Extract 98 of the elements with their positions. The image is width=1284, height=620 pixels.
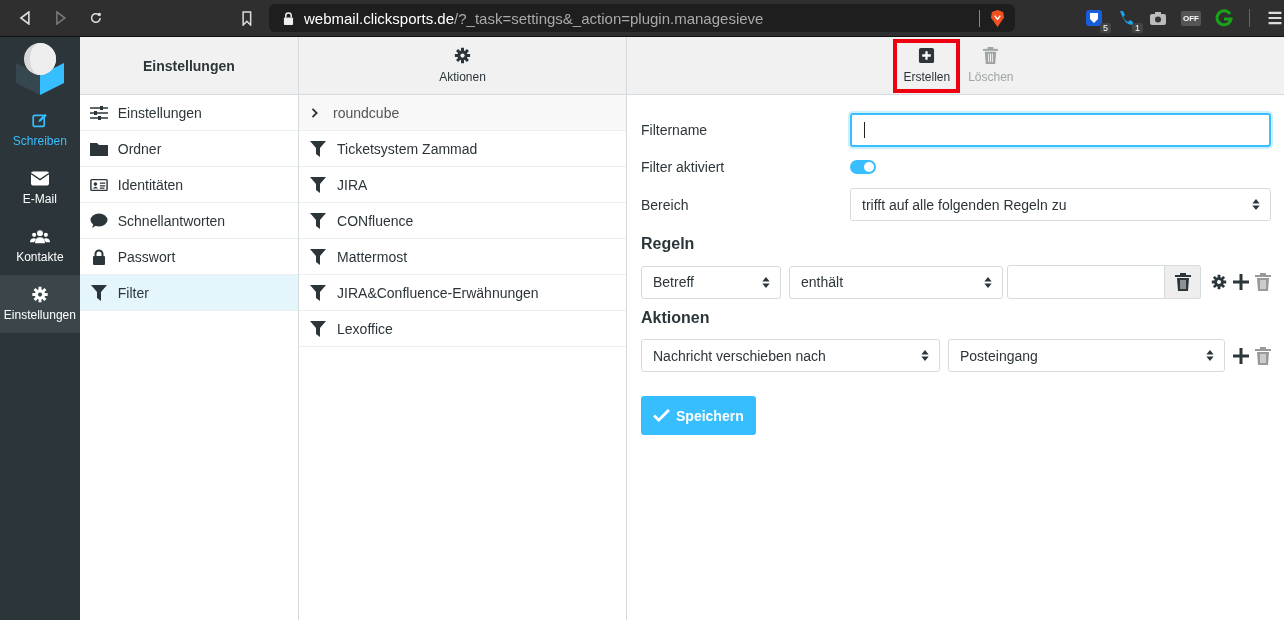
field-label: Filter aktiviert — [641, 159, 726, 175]
back-icon[interactable] — [18, 11, 32, 25]
checkmark-icon — [653, 409, 670, 422]
updown-arrows-icon — [984, 276, 992, 288]
nav-item[interactable]: Schreiben — [0, 101, 80, 159]
settings-item[interactable]: Schnellantworten — [79, 203, 299, 239]
settings-icon[interactable] — [1211, 273, 1227, 291]
filter-icon — [309, 176, 328, 193]
panel-title: Einstellungen — [143, 57, 235, 74]
id-card-icon — [89, 176, 108, 193]
active-toggle[interactable] — [850, 160, 876, 174]
extension-badge: 1 — [1132, 23, 1143, 33]
settings-item[interactable]: Einstellungen — [79, 95, 299, 131]
filter-label: CONfluence — [337, 212, 414, 229]
filter-label: JIRA — [337, 176, 368, 193]
filter-set-label: roundcube — [333, 104, 400, 121]
field-label: Bereich — [641, 196, 690, 213]
updown-arrows-icon — [921, 350, 929, 361]
plus-icon[interactable] — [1233, 273, 1249, 291]
sieve-rule-item[interactable]: Mattermost — [299, 239, 626, 275]
sieve-rule-item[interactable]: JIRA — [299, 167, 626, 203]
header-select[interactable]: Betreff — [641, 265, 781, 299]
scope-select[interactable]: trifft auf alle folgenden Regeln zu — [850, 188, 1271, 221]
settings-icon — [29, 286, 50, 303]
actions-button[interactable]: Aktionen — [433, 43, 492, 88]
lion-shield-icon[interactable] — [979, 9, 1005, 27]
action-select[interactable]: Nachricht verschieben nach — [641, 339, 940, 372]
envelope-icon — [29, 170, 50, 187]
clear-button[interactable] — [1165, 265, 1201, 299]
lock-icon — [282, 11, 294, 25]
nav-label: E-Mail — [22, 192, 57, 206]
sliders-icon — [89, 104, 108, 121]
rule-value-field[interactable] — [1007, 265, 1165, 299]
filter-icon — [309, 212, 328, 229]
filter-icon — [309, 320, 328, 337]
sieve-rule-item[interactable]: CONfluence — [299, 203, 626, 239]
section-heading: Aktionen — [641, 309, 711, 327]
settings-item[interactable]: Filter — [79, 275, 299, 311]
updown-arrows-icon — [1252, 199, 1260, 210]
folder-icon — [89, 140, 108, 157]
trash-icon[interactable] — [1255, 346, 1271, 365]
filter-label: Ticketsystem Zammad — [337, 140, 478, 157]
settings-item[interactable]: Ordner — [79, 131, 299, 167]
nav-label: Einstellungen — [3, 308, 76, 322]
settings-label: Ordner — [117, 140, 162, 157]
folder-select[interactable]: Posteingang — [948, 339, 1225, 372]
sieve-rule-item[interactable]: Ticketsystem Zammad — [299, 131, 626, 167]
operator-select[interactable]: enthält — [789, 265, 1003, 299]
url-host: webmail.clicksports.de — [303, 9, 455, 27]
create-button[interactable]: Erstellen — [891, 36, 963, 95]
updown-arrows-icon — [762, 276, 770, 288]
sieve-rule-item[interactable]: JIRA&Confluence-Erwähnungen — [299, 275, 626, 311]
filter-label: Mattermost — [337, 248, 408, 265]
nav-label: Kontakte — [16, 250, 64, 264]
phone-icon[interactable] — [1117, 9, 1135, 27]
compose-icon — [29, 112, 50, 129]
camera-icon[interactable] — [1149, 9, 1167, 27]
sieve-rule-item[interactable]: Lexoffice — [299, 311, 626, 347]
people-icon — [29, 228, 50, 245]
reload-icon[interactable] — [89, 11, 104, 25]
g-logo-icon[interactable] — [1215, 9, 1233, 27]
filter-icon — [309, 140, 328, 157]
settings-icon — [454, 47, 471, 64]
field-label: Filtername — [641, 121, 709, 138]
nav-label: Schreiben — [12, 134, 67, 148]
address-bar[interactable]: webmail.clicksports.de/?_task=settings&_action=plugin.managesieve — [268, 4, 1015, 32]
chevron-right-icon — [311, 107, 320, 118]
trash-icon[interactable] — [1255, 273, 1271, 291]
trash-icon — [1174, 273, 1191, 291]
filter-set-item[interactable]: roundcube — [299, 95, 626, 131]
filter-icon — [89, 284, 108, 301]
plus-square-icon — [918, 47, 936, 64]
settings-item[interactable]: Identitäten — [79, 167, 299, 203]
settings-label: Schnellantworten — [117, 212, 226, 229]
filter-icon — [309, 284, 328, 301]
filter-name-field[interactable] — [850, 112, 1271, 147]
trash-icon — [982, 47, 1000, 64]
filter-label: Lexoffice — [337, 320, 393, 337]
updown-arrows-icon — [1206, 350, 1214, 361]
filter-icon — [309, 248, 328, 265]
nav-item[interactable]: E-Mail — [0, 159, 80, 217]
extension-toggle[interactable]: OFF — [1181, 10, 1201, 26]
menu-icon[interactable] — [1266, 9, 1284, 27]
speech-bubble-icon — [89, 212, 108, 229]
nav-item[interactable]: Einstellungen — [0, 275, 80, 333]
filter-label: JIRA&Confluence-Erwähnungen — [337, 284, 539, 301]
shield-icon[interactable] — [1085, 9, 1103, 27]
bookmark-icon[interactable] — [241, 10, 253, 26]
nav-item[interactable]: Kontakte — [0, 217, 80, 275]
extension-badge: 5 — [1100, 23, 1111, 33]
settings-label: Einstellungen — [117, 104, 202, 121]
section-heading: Regeln — [641, 235, 696, 253]
plus-icon[interactable] — [1233, 346, 1249, 365]
url-path: /?_task=settings&_action=plugin.managesieve — [454, 9, 764, 27]
forward-icon[interactable] — [53, 11, 68, 25]
settings-label: Passwort — [117, 248, 176, 265]
settings-label: Filter — [117, 284, 149, 301]
settings-label: Identitäten — [117, 176, 184, 193]
